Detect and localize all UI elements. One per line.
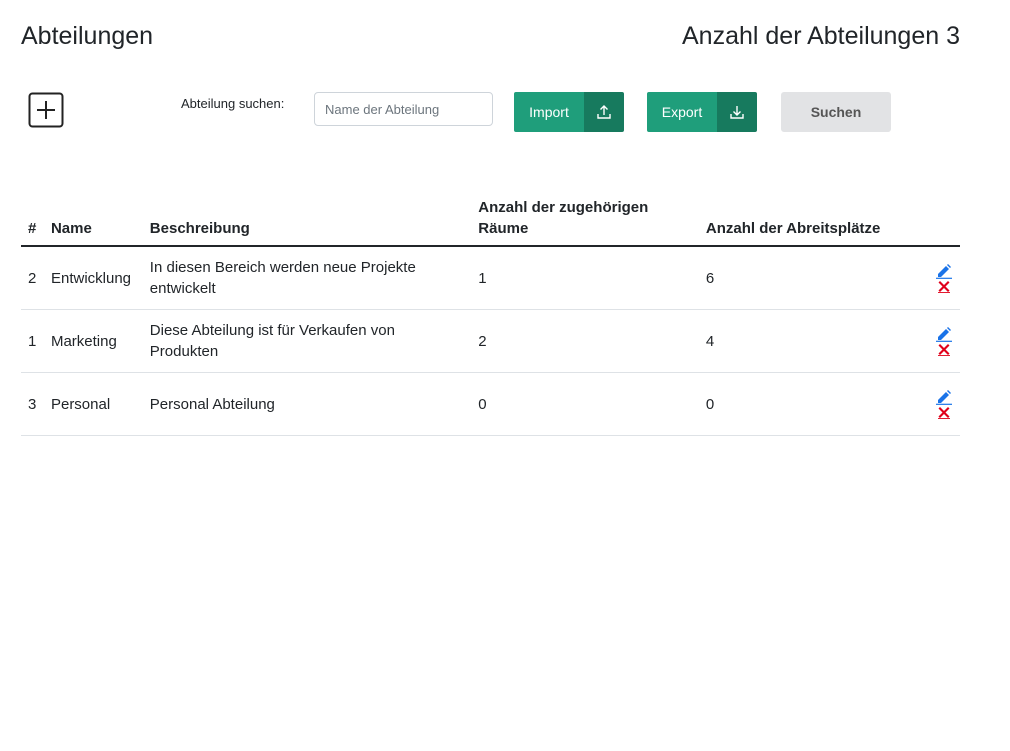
pencil-icon[interactable]: [935, 263, 953, 279]
row-actions: [890, 309, 960, 373]
x-icon[interactable]: [937, 405, 951, 420]
header-workplaces[interactable]: Anzahl der Abreitsplätze: [698, 193, 890, 247]
departments-table: # Name Beschreibung Anzahl der zugehörig…: [21, 193, 960, 436]
row-actions: [890, 372, 960, 436]
row-workplaces: 0: [698, 372, 890, 436]
x-icon[interactable]: [937, 279, 951, 294]
row-description: In diesen Bereich werden neue Projekte e…: [142, 246, 472, 310]
row-rooms: 1: [471, 246, 699, 310]
table-row: 2 Entwicklung In diesen Bereich werden n…: [21, 246, 960, 310]
header-name[interactable]: Name: [43, 193, 143, 247]
row-rooms: 0: [471, 372, 699, 436]
row-name: Personal: [43, 372, 143, 436]
table-row: 3 Personal Personal Abteilung 0 0: [21, 372, 960, 436]
plus-square-icon: [28, 92, 64, 128]
header-actions: [890, 193, 960, 247]
import-button[interactable]: Import: [514, 92, 624, 132]
upload-icon: [584, 92, 624, 132]
download-icon: [717, 92, 757, 132]
header-description[interactable]: Beschreibung: [142, 193, 472, 247]
table-header-row: # Name Beschreibung Anzahl der zugehörig…: [21, 193, 960, 247]
row-workplaces: 4: [698, 309, 890, 373]
row-id: 2: [21, 246, 44, 310]
page-title: Abteilungen: [21, 22, 154, 50]
row-actions: [890, 246, 960, 310]
export-label: Export: [647, 92, 717, 132]
export-button[interactable]: Export: [647, 92, 757, 132]
x-icon[interactable]: [937, 342, 951, 357]
row-id: 1: [21, 309, 44, 373]
row-workplaces: 6: [698, 246, 890, 310]
add-department-button[interactable]: [28, 92, 64, 128]
search-label: Abteilung suchen:: [181, 96, 285, 111]
row-description: Diese Abteilung ist für Verkaufen von Pr…: [142, 309, 472, 373]
row-description: Personal Abteilung: [142, 372, 472, 436]
search-input[interactable]: [314, 92, 493, 126]
header-id: #: [21, 193, 44, 247]
header-rooms[interactable]: Anzahl der zugehörigen Räume: [471, 193, 699, 247]
row-name: Entwicklung: [43, 246, 143, 310]
pencil-icon[interactable]: [935, 389, 953, 405]
table-row: 1 Marketing Diese Abteilung ist für Verk…: [21, 309, 960, 373]
row-id: 3: [21, 372, 44, 436]
row-rooms: 2: [471, 309, 699, 373]
pencil-icon[interactable]: [935, 326, 953, 342]
department-count: Anzahl der Abteilungen 3: [682, 22, 960, 50]
import-label: Import: [514, 92, 584, 132]
row-name: Marketing: [43, 309, 143, 373]
search-button[interactable]: Suchen: [781, 92, 891, 132]
